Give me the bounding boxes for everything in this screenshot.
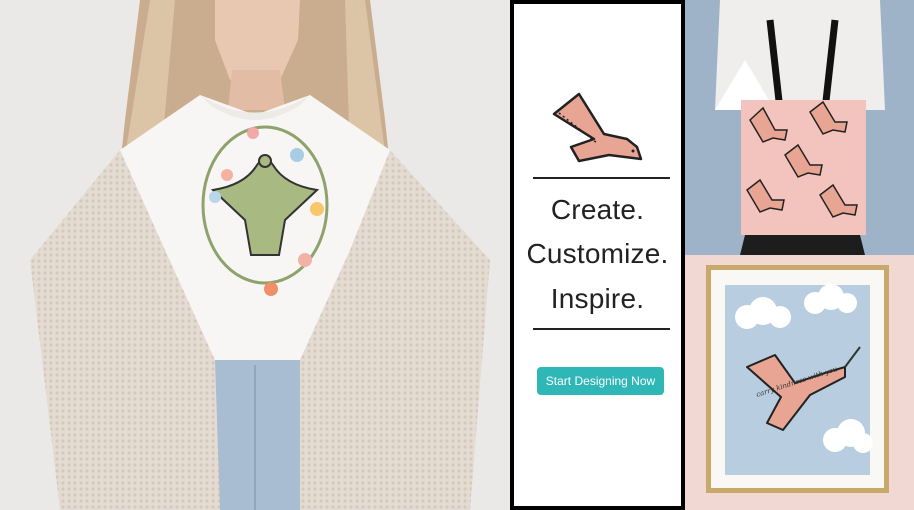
divider-top (533, 177, 670, 179)
tshirt-photo (0, 0, 510, 510)
flower-icon (310, 202, 324, 216)
tagline-create: Create. (550, 194, 645, 225)
divider-bottom (533, 328, 670, 330)
start-designing-button[interactable]: Start Designing Now (537, 367, 664, 395)
tagline-inspire: Inspire. (550, 283, 645, 314)
framed-print-photo: carry kindness with you (685, 255, 914, 510)
dove-logo-icon (552, 92, 643, 163)
flower-icon (264, 282, 278, 296)
framed-print-illustration: carry kindness with you (685, 255, 914, 510)
tote-bag-illustration (685, 0, 914, 255)
flower-icon (247, 127, 259, 139)
tote-bag-photo (685, 0, 914, 255)
tagline-customize: Customize. (526, 238, 669, 269)
flower-icon (221, 169, 233, 181)
flower-icon (209, 191, 221, 203)
tshirt-model-illustration (0, 0, 510, 510)
flower-icon (298, 253, 312, 267)
promo-card: Create. Customize. Inspire. Start Design… (510, 0, 685, 510)
flower-icon (290, 148, 304, 162)
